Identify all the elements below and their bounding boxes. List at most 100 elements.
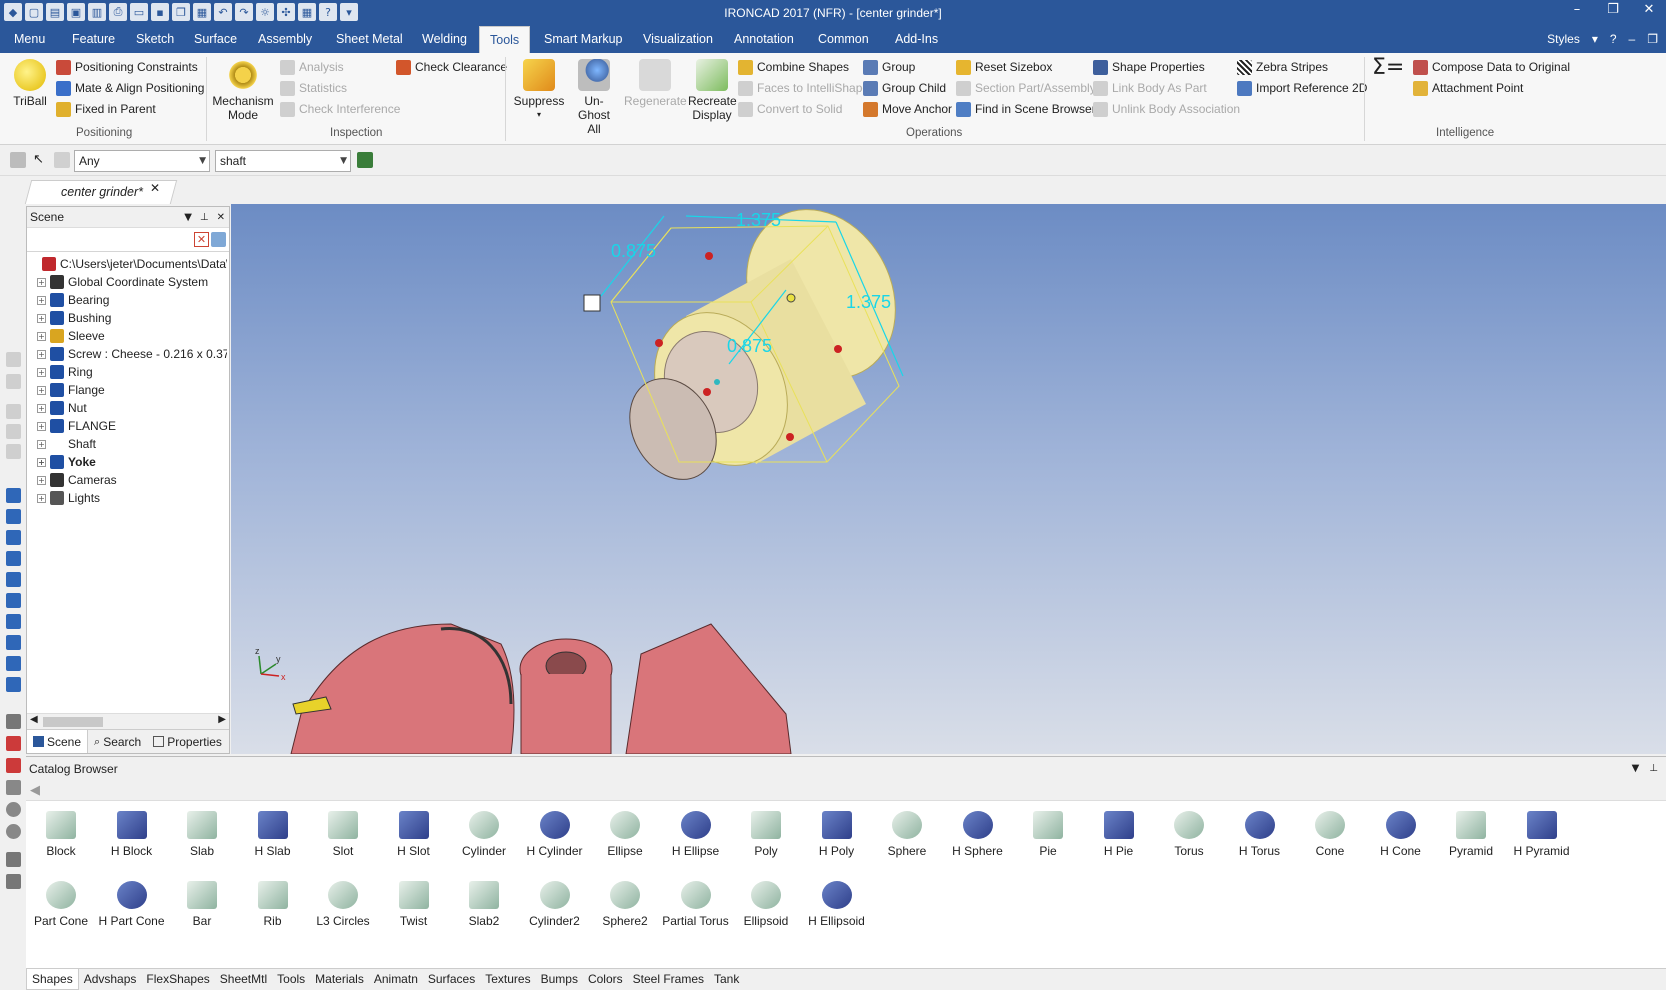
expand-icon[interactable]: +: [37, 421, 46, 431]
filter-icon[interactable]: [211, 232, 226, 247]
camera-icon[interactable]: [6, 736, 21, 751]
dimension-label[interactable]: 0.875: [727, 336, 772, 356]
back-arrow-icon[interactable]: ◀: [30, 783, 40, 798]
tab-smart-markup[interactable]: Smart Markup: [534, 26, 633, 53]
view-icon[interactable]: [6, 352, 21, 367]
triball-button[interactable]: TriBall: [8, 59, 52, 108]
restore-button[interactable]: ❐: [1602, 2, 1624, 17]
tab-common[interactable]: Common: [808, 26, 879, 53]
cube-view-icon[interactable]: [6, 593, 21, 608]
scene-tree-item[interactable]: + Screw : Cheese - 0.216 x 0.375: [29, 345, 227, 363]
tab-scene[interactable]: Scene: [27, 730, 89, 753]
tab-add-ins[interactable]: Add-Ins: [885, 26, 948, 53]
expand-icon[interactable]: +: [37, 277, 46, 287]
catalog-item[interactable]: H Block: [97, 811, 167, 858]
catalog-tab-sheetmtl[interactable]: SheetMtl: [215, 969, 272, 990]
clear-filter-icon[interactable]: ✕: [194, 232, 209, 247]
convert-to-solid-button[interactable]: Convert to Solid: [738, 99, 842, 119]
expand-icon[interactable]: +: [37, 457, 46, 467]
import-reference-button[interactable]: Import Reference 2D: [1237, 78, 1367, 98]
scene-tree-item[interactable]: + Shaft: [29, 435, 227, 453]
tab-sketch[interactable]: Sketch: [126, 26, 184, 53]
rotate-icon[interactable]: [6, 824, 21, 839]
red-part-bracket[interactable]: [625, 623, 792, 754]
catalog-item[interactable]: Cone: [1295, 811, 1365, 858]
tab-sheet-metal[interactable]: Sheet Metal: [326, 26, 413, 53]
catalog-item[interactable]: Partial Torus: [661, 881, 731, 928]
view-icon[interactable]: [6, 404, 21, 419]
chevron-down-icon[interactable]: ▼: [184, 207, 192, 228]
view-icon[interactable]: [6, 424, 21, 439]
cube-view-icon[interactable]: [6, 677, 21, 692]
scene-tree-item[interactable]: + Sleeve: [29, 327, 227, 345]
anchor-point[interactable]: [714, 379, 720, 385]
tab-search[interactable]: ⌕ Search: [88, 730, 147, 753]
scene-tree-item[interactable]: + Bearing: [29, 291, 227, 309]
scene-tree-item[interactable]: + Lights: [29, 489, 227, 507]
catalog-item[interactable]: H Part Cone: [97, 881, 167, 928]
reset-sizebox-button[interactable]: Reset Sizebox: [956, 57, 1052, 77]
window-select-icon[interactable]: [54, 152, 70, 168]
regenerate-button[interactable]: Regenerate: [624, 59, 687, 108]
scene-tree-item[interactable]: + Flange: [29, 381, 227, 399]
scroll-left-icon[interactable]: ◀: [30, 714, 38, 725]
compose-data-button[interactable]: Compose Data to Original: [1413, 57, 1570, 77]
restore-ribbon-icon[interactable]: ❐: [1647, 26, 1658, 53]
catalog-item[interactable]: Cylinder: [449, 811, 519, 858]
catalog-tab-materials[interactable]: Materials: [310, 969, 369, 990]
faces-to-intellishape-button[interactable]: Faces to IntelliShape: [738, 78, 869, 98]
tab-properties[interactable]: Properties: [147, 730, 228, 753]
catalog-item[interactable]: Block: [26, 811, 96, 858]
hierarchy-icon[interactable]: [357, 152, 373, 168]
cube-view-icon[interactable]: [6, 551, 21, 566]
catalog-item[interactable]: Cylinder2: [520, 881, 590, 928]
rotate-icon[interactable]: [6, 802, 21, 817]
catalog-item[interactable]: H Sphere: [943, 811, 1013, 858]
tab-visualization[interactable]: Visualization: [633, 26, 723, 53]
tab-feature[interactable]: Feature: [62, 26, 125, 53]
tab-surface[interactable]: Surface: [184, 26, 247, 53]
catalog-item[interactable]: H Slot: [379, 811, 449, 858]
select-tool-icon[interactable]: [10, 152, 26, 168]
catalog-item[interactable]: Twist: [379, 881, 449, 928]
scene-tree-item[interactable]: + Yoke: [29, 453, 227, 471]
scene-tree-item[interactable]: + Nut: [29, 399, 227, 417]
catalog-item[interactable]: Part Cone: [26, 881, 96, 928]
cube-view-icon[interactable]: [6, 614, 21, 629]
minimize-button[interactable]: –: [1566, 2, 1588, 17]
horizontal-scrollbar[interactable]: ◀ ▶: [27, 713, 229, 729]
tab-welding[interactable]: Welding: [412, 26, 477, 53]
shape-properties-button[interactable]: Shape Properties: [1093, 57, 1205, 77]
expand-icon[interactable]: +: [37, 295, 46, 305]
section-part-button[interactable]: Section Part/Assembly: [956, 78, 1096, 98]
catalog-tab-tank[interactable]: Tank: [709, 969, 744, 990]
catalog-tab-surfaces[interactable]: Surfaces: [423, 969, 480, 990]
sizebox-handle[interactable]: [655, 339, 663, 347]
expand-icon[interactable]: +: [37, 493, 46, 503]
catalog-item[interactable]: H Torus: [1225, 811, 1295, 858]
catalog-tab-textures[interactable]: Textures: [480, 969, 535, 990]
help-icon[interactable]: ?: [1610, 26, 1617, 53]
catalog-item[interactable]: Ellipse: [590, 811, 660, 858]
combine-shapes-button[interactable]: Combine Shapes: [738, 57, 849, 77]
catalog-item[interactable]: H Pyramid: [1507, 811, 1577, 858]
scene-tree-item[interactable]: + FLANGE: [29, 417, 227, 435]
catalog-tab-shapes[interactable]: Shapes: [26, 969, 79, 990]
check-clearance-button[interactable]: Check Clearance: [396, 57, 507, 77]
catalog-item[interactable]: H Cylinder: [520, 811, 590, 858]
check-interference-button[interactable]: Check Interference: [280, 99, 400, 119]
close-button[interactable]: ✕: [1638, 2, 1660, 17]
expand-icon[interactable]: +: [37, 385, 46, 395]
tool-icon[interactable]: [6, 714, 21, 729]
catalog-item[interactable]: Sphere2: [590, 881, 660, 928]
catalog-tab-tools[interactable]: Tools: [272, 969, 310, 990]
scrollbar-thumb[interactable]: [43, 717, 103, 727]
catalog-item[interactable]: L3 Circles: [308, 881, 378, 928]
fixed-in-parent-button[interactable]: Fixed in Parent: [56, 99, 156, 119]
catalog-item[interactable]: Ellipsoid: [731, 881, 801, 928]
scene-tree-item[interactable]: + Ring: [29, 363, 227, 381]
catalog-tab-bumps[interactable]: Bumps: [536, 969, 583, 990]
scene-tree-item[interactable]: + Bushing: [29, 309, 227, 327]
tool-icon[interactable]: [6, 758, 21, 773]
sizebox-handle[interactable]: [834, 345, 842, 353]
